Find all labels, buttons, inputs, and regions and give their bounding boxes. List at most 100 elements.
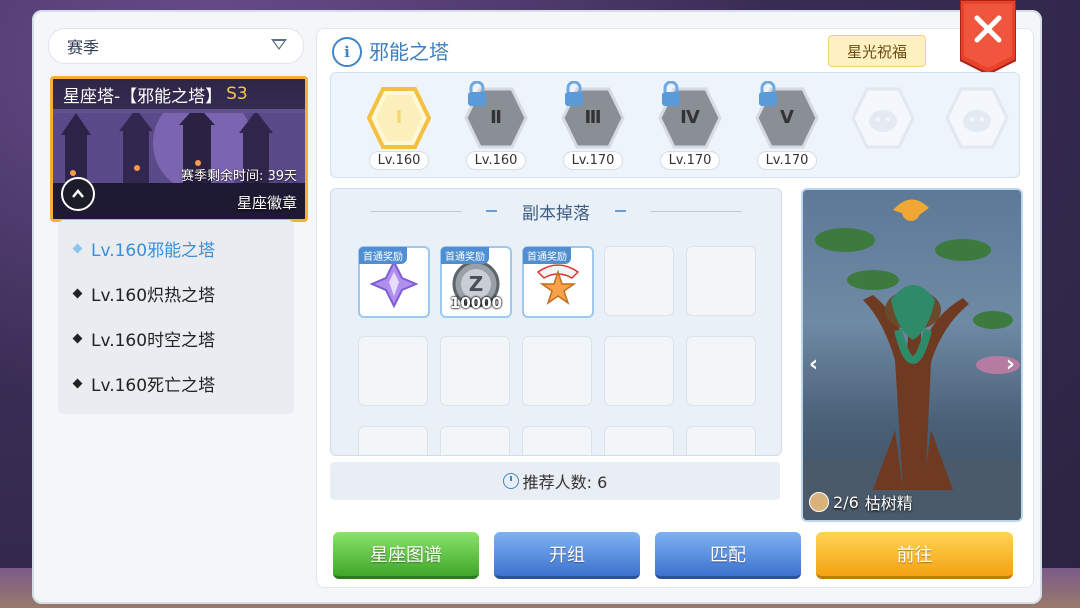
recommended-players-text: 推荐人数: 6 [522, 473, 608, 492]
tower-list-item[interactable]: Lv.160炽热之塔 [72, 281, 216, 306]
boss-name-label: 枯树精 [864, 494, 913, 513]
treant-boss-illustration [803, 199, 1021, 520]
svg-text:Z: Z [469, 272, 484, 296]
tower-card-title-text: 星座塔-【邪能之塔】 [63, 86, 223, 107]
floor-level: Lv.160 [368, 151, 430, 170]
chevron-up-icon [72, 189, 84, 198]
floor-tab[interactable]: Ⅱ Lv.160 [462, 81, 530, 170]
floor-level: Lv.170 [562, 151, 624, 170]
previous-boss-button[interactable]: ‹ [809, 352, 818, 377]
lock-icon [565, 81, 583, 106]
clock-icon [502, 473, 519, 489]
tower-list-item-label: Lv.160邪能之塔 [91, 241, 216, 261]
boss-preview-card: ‹ › 2/6 枯树精 [801, 188, 1023, 522]
tower-list-item[interactable]: Lv.160时空之塔 [72, 326, 216, 351]
empty-slot [522, 336, 592, 406]
drop-item-slot[interactable]: 首通奖励 [522, 246, 594, 318]
close-button[interactable] [959, 0, 1017, 76]
empty-slot [440, 336, 510, 406]
floor-selector: Ⅰ Lv.160 Ⅱ Lv.160 Ⅲ Lv.170 Ⅳ Lv.170 Ⅴ Lv… [330, 72, 1020, 178]
bullet-icon [72, 378, 83, 389]
match-button[interactable]: 匹配 [655, 532, 801, 579]
item-quantity: 10000 [449, 294, 503, 312]
season-tag: S3 [226, 84, 248, 104]
tower-list-item[interactable]: Lv.160死亡之塔 [72, 371, 216, 396]
floor-tab[interactable]: Ⅴ Lv.170 [753, 81, 821, 170]
season-dropdown[interactable]: 赛季 [48, 28, 304, 64]
empty-slot [686, 246, 756, 316]
purple-crystal-icon [369, 259, 419, 309]
poring-silhouette-icon [851, 87, 915, 149]
floor-tab[interactable]: Ⅳ Lv.170 [656, 81, 724, 170]
first-clear-reward-tag: 首通奖励 [359, 247, 407, 264]
star-badge-icon [536, 264, 580, 305]
recommended-players: 推荐人数: 6 [330, 462, 780, 500]
crescent-moon-icon [473, 204, 497, 218]
empty-slot [358, 426, 428, 455]
boss-name: 2/6 枯树精 [809, 490, 913, 514]
empty-slot [604, 246, 674, 316]
floor-placeholder [943, 87, 1011, 153]
first-clear-reward-tag: 首通奖励 [441, 247, 489, 264]
season-dropdown-label: 赛季 [67, 38, 100, 57]
page-title: 邪能之塔 [369, 40, 449, 64]
first-clear-reward-tag: 首通奖励 [523, 247, 571, 264]
floor-tab[interactable]: Ⅰ Lv.160 [365, 87, 433, 170]
poring-silhouette-icon [945, 87, 1009, 149]
tower-list: Lv.160邪能之塔 Lv.160炽热之塔 Lv.160时空之塔 Lv.160死… [58, 220, 294, 414]
lock-icon [662, 81, 680, 106]
floor-numeral: Ⅲ [584, 107, 602, 128]
drops-header: 副本掉落 [331, 199, 781, 224]
bullet-icon [72, 288, 83, 299]
chevron-down-icon [271, 39, 287, 50]
floor-level: Lv.170 [659, 151, 721, 170]
collapse-button[interactable] [61, 177, 95, 211]
tower-list-item-label: Lv.160时空之塔 [91, 331, 216, 351]
constellation-badge-label: 星座徽章 [236, 194, 297, 212]
floor-numeral: Ⅴ [780, 107, 794, 128]
constellation-atlas-button[interactable]: 星座图谱 [333, 532, 479, 579]
empty-slot [358, 336, 428, 406]
floor-numeral: Ⅳ [680, 107, 700, 128]
drops-title: 副本掉落 [522, 203, 590, 224]
selected-tower-card[interactable]: 星座塔-【邪能之塔】 S3 赛季剩余时间: 39天 星座徽章 [50, 76, 308, 222]
bullet-icon [72, 243, 83, 254]
tower-card-title: 星座塔-【邪能之塔】 S3 [53, 79, 305, 109]
crescent-moon-icon [615, 204, 639, 218]
go-button[interactable]: 前往 [816, 532, 1013, 579]
drop-item-slot[interactable]: 首通奖励 [358, 246, 430, 318]
empty-slot [686, 426, 756, 455]
divider [650, 210, 742, 212]
hexagon-icon: Ⅲ [561, 81, 625, 149]
boss-progress: 2/6 [833, 492, 859, 512]
bullet-icon [72, 333, 83, 344]
floor-level: Lv.160 [465, 151, 527, 170]
floor-numeral: Ⅰ [395, 107, 403, 128]
close-icon [959, 0, 1017, 76]
drop-item-slot[interactable]: Z 首通奖励 10000 [440, 246, 512, 318]
floor-tab[interactable]: Ⅲ Lv.170 [559, 81, 627, 170]
tower-list-item[interactable]: Lv.160邪能之塔 [72, 236, 216, 261]
monster-type-icon [809, 492, 829, 512]
hexagon-icon: Ⅱ [464, 81, 528, 149]
tower-list-item-label: Lv.160炽热之塔 [91, 286, 216, 306]
empty-slot [440, 426, 510, 455]
floor-numeral: Ⅱ [490, 107, 502, 128]
info-icon[interactable]: i [332, 37, 362, 67]
lock-icon [759, 81, 777, 106]
open-group-button[interactable]: 开组 [494, 532, 640, 579]
empty-slot [686, 336, 756, 406]
starlight-blessing-button[interactable]: 星光祝福 [828, 35, 926, 67]
hexagon-icon: Ⅴ [755, 81, 819, 149]
tower-list-item-label: Lv.160死亡之塔 [91, 376, 216, 396]
empty-slot [604, 426, 674, 455]
floor-level: Lv.170 [756, 151, 818, 170]
floor-placeholder [849, 87, 917, 153]
hexagon-icon: Ⅳ [658, 81, 722, 149]
next-boss-button[interactable]: › [1006, 352, 1015, 377]
hexagon-icon: Ⅰ [366, 87, 432, 149]
empty-slot [604, 336, 674, 406]
empty-slot [522, 426, 592, 455]
dungeon-drops-panel: 副本掉落 首通奖励 Z 首通奖励 10000 首通奖励 [330, 188, 782, 456]
lock-icon [468, 81, 486, 106]
